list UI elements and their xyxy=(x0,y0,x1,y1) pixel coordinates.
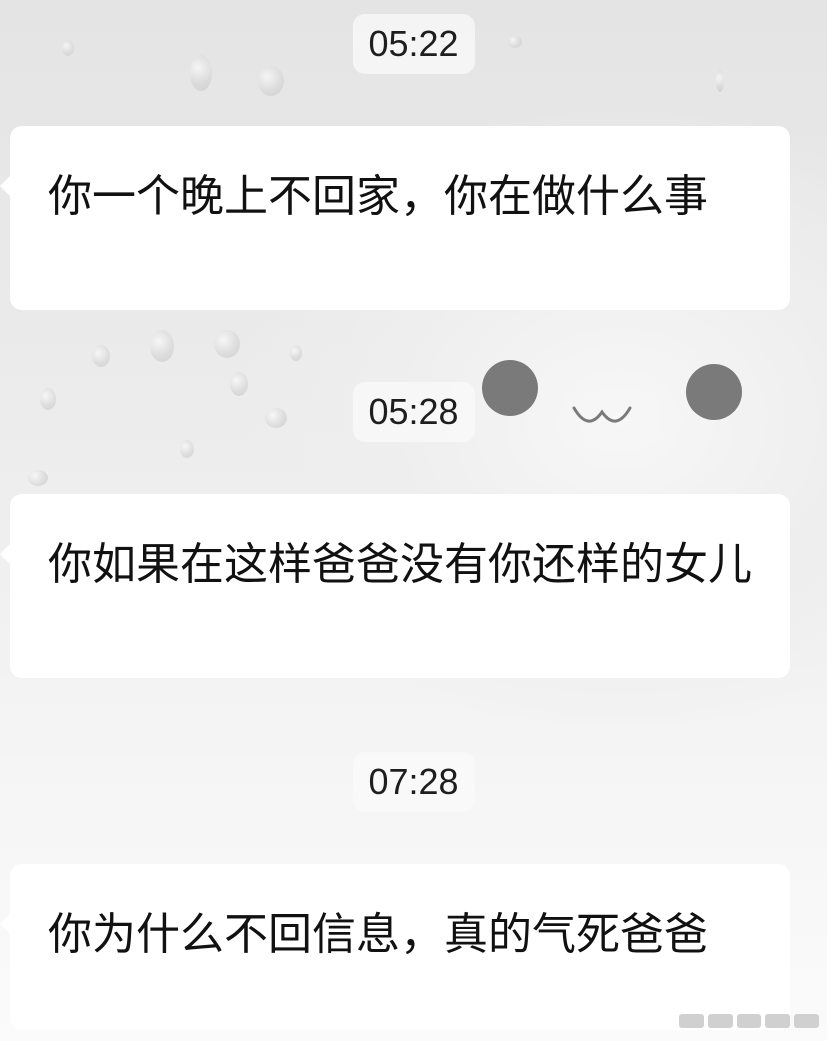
timestamp: 05:28 xyxy=(352,382,475,442)
raindrop-decoration xyxy=(230,372,248,396)
face-left-eye xyxy=(482,360,538,416)
face-right-eye xyxy=(686,364,742,420)
raindrop-decoration xyxy=(40,388,56,410)
raindrop-decoration xyxy=(62,40,74,56)
raindrop-decoration xyxy=(290,345,302,361)
message-text: 你一个晚上不回家，你在做什么事 xyxy=(48,171,708,222)
message-bubble[interactable]: 你一个晚上不回家，你在做什么事 xyxy=(0,126,790,310)
message-bubble[interactable]: 你如果在这样爸爸没有你还样的女儿 xyxy=(0,494,790,678)
message-text: 你如果在这样爸爸没有你还样的女儿 xyxy=(48,539,752,590)
raindrop-decoration xyxy=(265,408,287,428)
raindrop-decoration xyxy=(508,36,522,48)
timestamp: 07:28 xyxy=(352,752,475,812)
raindrop-decoration xyxy=(190,55,212,91)
raindrop-decoration xyxy=(258,66,284,96)
message-text: 你为什么不回信息，真的气死爸爸 xyxy=(48,909,708,960)
raindrop-decoration xyxy=(716,70,724,92)
raindrop-decoration xyxy=(150,330,174,362)
raindrop-decoration xyxy=(180,440,194,458)
face-mouth-icon xyxy=(572,406,632,423)
raindrop-decoration xyxy=(92,345,110,367)
watermark-decoration xyxy=(679,1011,819,1031)
message-bubble[interactable]: 你为什么不回信息，真的气死爸爸 xyxy=(0,864,790,1030)
raindrop-decoration xyxy=(214,330,240,358)
raindrop-decoration xyxy=(28,470,48,486)
timestamp: 05:22 xyxy=(352,14,475,74)
